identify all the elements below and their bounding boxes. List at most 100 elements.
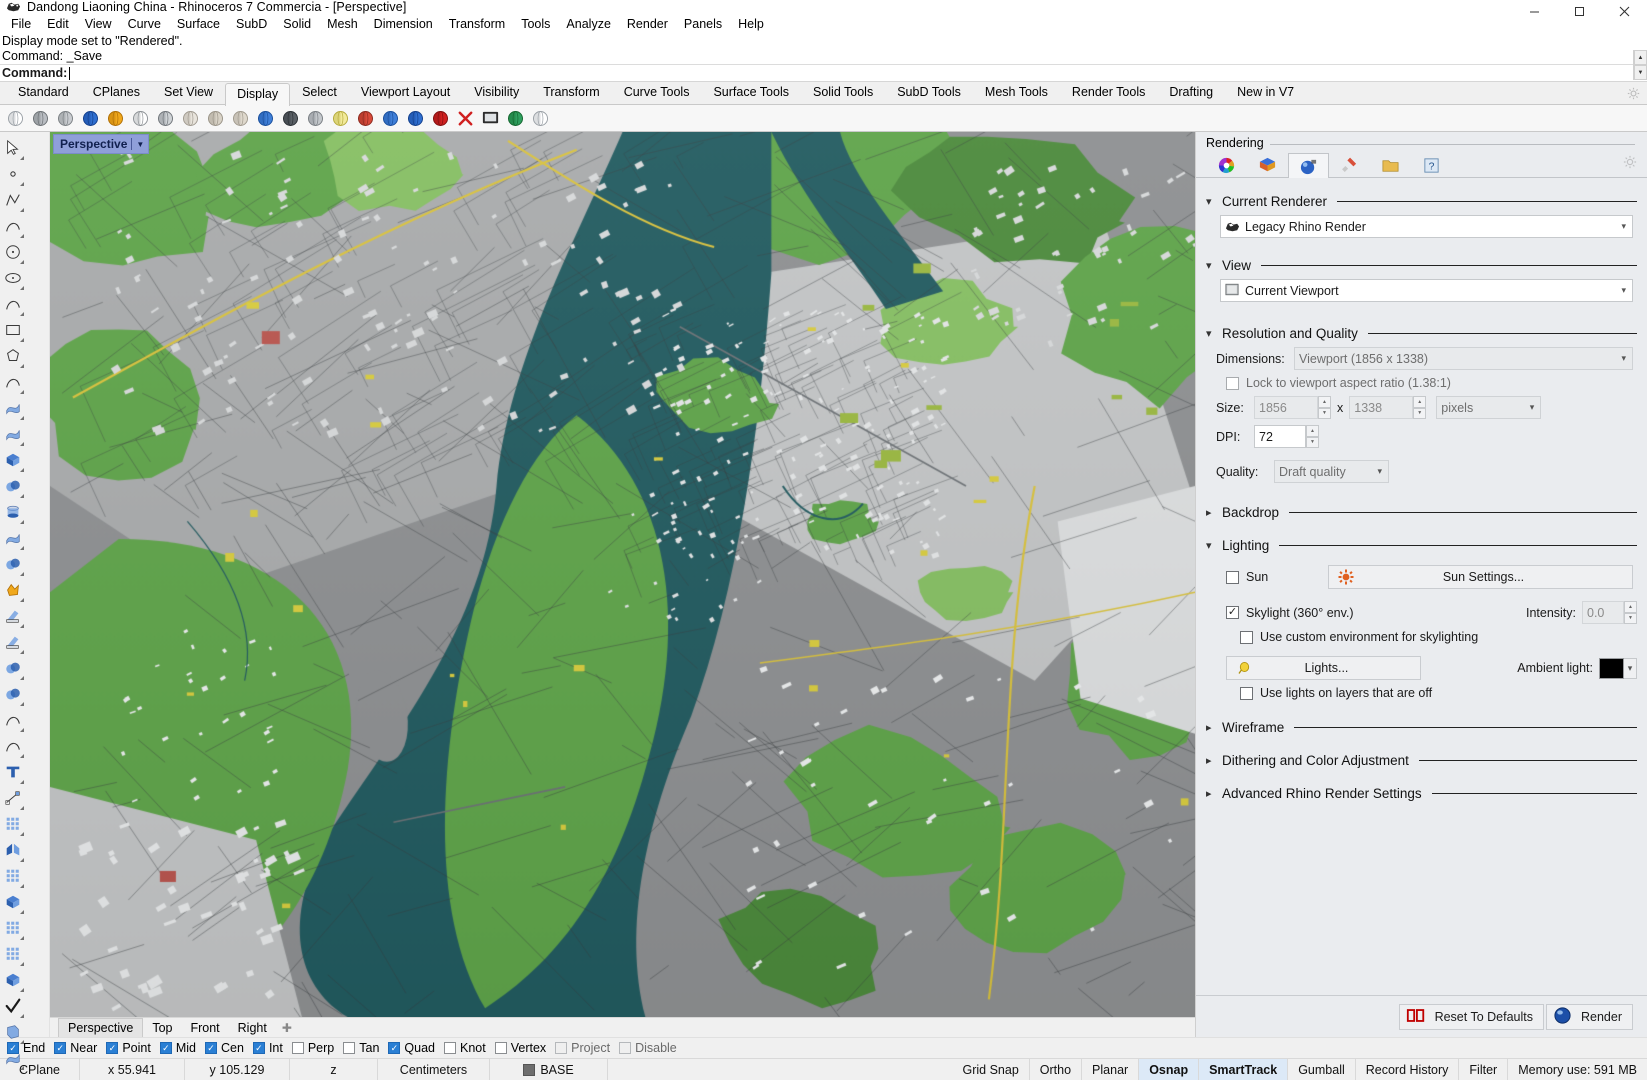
osnap-checkbox[interactable] xyxy=(555,1042,568,1054)
reset-to-defaults-button[interactable]: Reset To Defaults xyxy=(1398,1003,1544,1030)
flyout-corner-icon[interactable] xyxy=(20,962,24,966)
status-toggle-gumball[interactable]: Gumball xyxy=(1288,1059,1356,1080)
status-toggle-record-history[interactable]: Record History xyxy=(1356,1059,1460,1080)
close-button[interactable] xyxy=(1602,0,1647,22)
offset-curve-icon[interactable] xyxy=(0,733,25,759)
chevron-down-icon[interactable]: ▾ xyxy=(1377,466,1382,477)
size-units-combo[interactable]: pixels ▾ xyxy=(1436,396,1542,419)
flyout-corner-icon[interactable] xyxy=(20,364,24,368)
status-toggle-grid-snap[interactable]: Grid Snap xyxy=(953,1059,1030,1080)
sun-settings-button[interactable]: Sun Settings... xyxy=(1328,565,1633,589)
quality-combo[interactable]: Draft quality ▾ xyxy=(1274,460,1389,483)
spinner-up-icon[interactable]: ▲ xyxy=(1413,396,1427,408)
chevron-down-icon[interactable]: ▾ xyxy=(1621,353,1626,364)
lights-button[interactable]: Lights... xyxy=(1226,656,1421,680)
boolean-difference-icon[interactable] xyxy=(0,655,25,681)
tab-materials[interactable] xyxy=(1247,152,1288,177)
command-prompt-row[interactable]: Command: ▲ ▼ xyxy=(0,50,1647,81)
flyout-corner-icon[interactable] xyxy=(20,286,24,290)
status-toggle-filter[interactable]: Filter xyxy=(1459,1059,1509,1080)
delete-display-mode-icon[interactable] xyxy=(453,106,477,130)
curve-blend-icon[interactable] xyxy=(0,369,25,395)
status-toggle-planar[interactable]: Planar xyxy=(1082,1059,1140,1080)
osnap-point[interactable]: Point xyxy=(104,1041,158,1055)
tab-rendering[interactable] xyxy=(1288,153,1329,178)
clipping-plane-icon[interactable] xyxy=(428,106,452,130)
panel-options-gear-icon[interactable] xyxy=(1623,155,1637,172)
spinner-down-icon[interactable]: ▼ xyxy=(1318,407,1331,419)
toolbar-tab-cplanes[interactable]: CPlanes xyxy=(81,81,152,104)
surface-loft-icon[interactable] xyxy=(0,421,25,447)
flyout-corner-icon[interactable] xyxy=(20,728,24,732)
flyout-corner-icon[interactable] xyxy=(20,494,24,498)
section-advanced-rhino-render-settings[interactable]: ▸ Advanced Rhino Render Settings xyxy=(1206,786,1637,801)
flyout-corner-icon[interactable] xyxy=(20,858,24,862)
osnap-perp[interactable]: Perp xyxy=(290,1041,341,1055)
section-backdrop[interactable]: ▸ Backdrop xyxy=(1206,505,1637,520)
shadow-toggle-icon[interactable] xyxy=(403,106,427,130)
osnap-near[interactable]: Near xyxy=(52,1041,104,1055)
flyout-corner-icon[interactable] xyxy=(20,1040,24,1044)
osnap-project[interactable]: Project xyxy=(553,1041,617,1055)
ellipse-icon[interactable] xyxy=(0,265,25,291)
view-combo[interactable]: Current Viewport ▾ xyxy=(1220,279,1633,302)
osnap-checkbox[interactable] xyxy=(54,1042,67,1054)
shade-icon[interactable] xyxy=(278,106,302,130)
osnap-checkbox[interactable] xyxy=(205,1042,217,1054)
flyout-corner-icon[interactable] xyxy=(20,598,24,602)
boolean-union-icon[interactable] xyxy=(0,551,25,577)
fillet-curve-icon[interactable] xyxy=(0,707,25,733)
tab-paintbrush[interactable] xyxy=(1329,152,1370,177)
monochrome-icon[interactable] xyxy=(228,106,252,130)
perspective-viewport[interactable]: Perspective ▼ xyxy=(50,132,1195,1017)
trim-icon[interactable] xyxy=(0,603,25,629)
artistic-display-icon[interactable] xyxy=(103,106,127,130)
toolbar-tab-standard[interactable]: Standard xyxy=(6,81,81,104)
select-arrow-icon[interactable] xyxy=(0,135,25,161)
intensity-spinner[interactable]: ▲ ▼ xyxy=(1624,601,1637,624)
pearl-shade-icon[interactable] xyxy=(353,106,377,130)
viewport-tab-right[interactable]: Right xyxy=(229,1019,276,1037)
toolbar-tab-mesh-tools[interactable]: Mesh Tools xyxy=(973,81,1060,104)
spinner-up-icon[interactable]: ▲ xyxy=(1318,396,1331,408)
cap-icon[interactable] xyxy=(0,967,25,993)
wireframe-display-icon[interactable] xyxy=(3,106,27,130)
surface-from-corners-icon[interactable] xyxy=(0,395,25,421)
chevron-down-icon[interactable]: ▾ xyxy=(1530,402,1535,413)
section-lighting[interactable]: ▾ Lighting xyxy=(1206,538,1637,553)
surface-planar-icon[interactable] xyxy=(0,525,25,551)
chevron-down-icon[interactable]: ▾ xyxy=(1621,285,1626,296)
tab-help[interactable]: ? xyxy=(1411,152,1452,177)
flyout-corner-icon[interactable] xyxy=(20,156,24,160)
sun-checkbox[interactable] xyxy=(1226,570,1239,584)
osnap-checkbox[interactable] xyxy=(106,1042,119,1054)
flyout-corner-icon[interactable] xyxy=(20,650,24,654)
osnap-knot[interactable]: Knot xyxy=(442,1041,493,1055)
command-scroll-up-icon[interactable]: ▲ xyxy=(1634,50,1647,65)
xray-display-icon[interactable] xyxy=(328,106,352,130)
lock-aspect-row[interactable]: Lock to viewport aspect ratio (1.38:1) xyxy=(1206,376,1637,390)
toolbar-tab-select[interactable]: Select xyxy=(290,81,349,104)
flyout-corner-icon[interactable] xyxy=(20,988,24,992)
flyout-corner-icon[interactable] xyxy=(20,520,24,524)
osnap-checkbox[interactable] xyxy=(252,1042,265,1054)
osnap-cen[interactable]: Cen xyxy=(203,1041,251,1055)
viewport-tab-front[interactable]: Front xyxy=(181,1019,228,1037)
rectangle-icon[interactable] xyxy=(0,317,25,343)
color-picker-icon[interactable] xyxy=(528,106,552,130)
toolbar-options-gear-icon[interactable] xyxy=(1627,87,1641,101)
size-width-input[interactable]: 1856 xyxy=(1254,396,1318,419)
status-toggle-osnap[interactable]: Osnap xyxy=(1139,1059,1200,1080)
osnap-checkbox[interactable] xyxy=(343,1042,356,1054)
current-renderer-combo[interactable]: Legacy Rhino Render ▾ xyxy=(1220,215,1633,238)
flyout-corner-icon[interactable] xyxy=(20,390,24,394)
flyout-corner-icon[interactable] xyxy=(20,234,24,238)
osnap-checkbox[interactable] xyxy=(619,1042,632,1054)
flyout-corner-icon[interactable] xyxy=(20,884,24,888)
display-mode-options-icon[interactable] xyxy=(253,106,277,130)
dimensions-combo[interactable]: Viewport (1856 x 1338) ▾ xyxy=(1294,347,1633,370)
osnap-disable[interactable]: Disable xyxy=(617,1041,684,1055)
toolbar-tab-set-view[interactable]: Set View xyxy=(152,81,225,104)
rectangular-array-icon[interactable] xyxy=(0,915,25,941)
chevron-down-icon[interactable]: ▼ xyxy=(136,140,144,149)
